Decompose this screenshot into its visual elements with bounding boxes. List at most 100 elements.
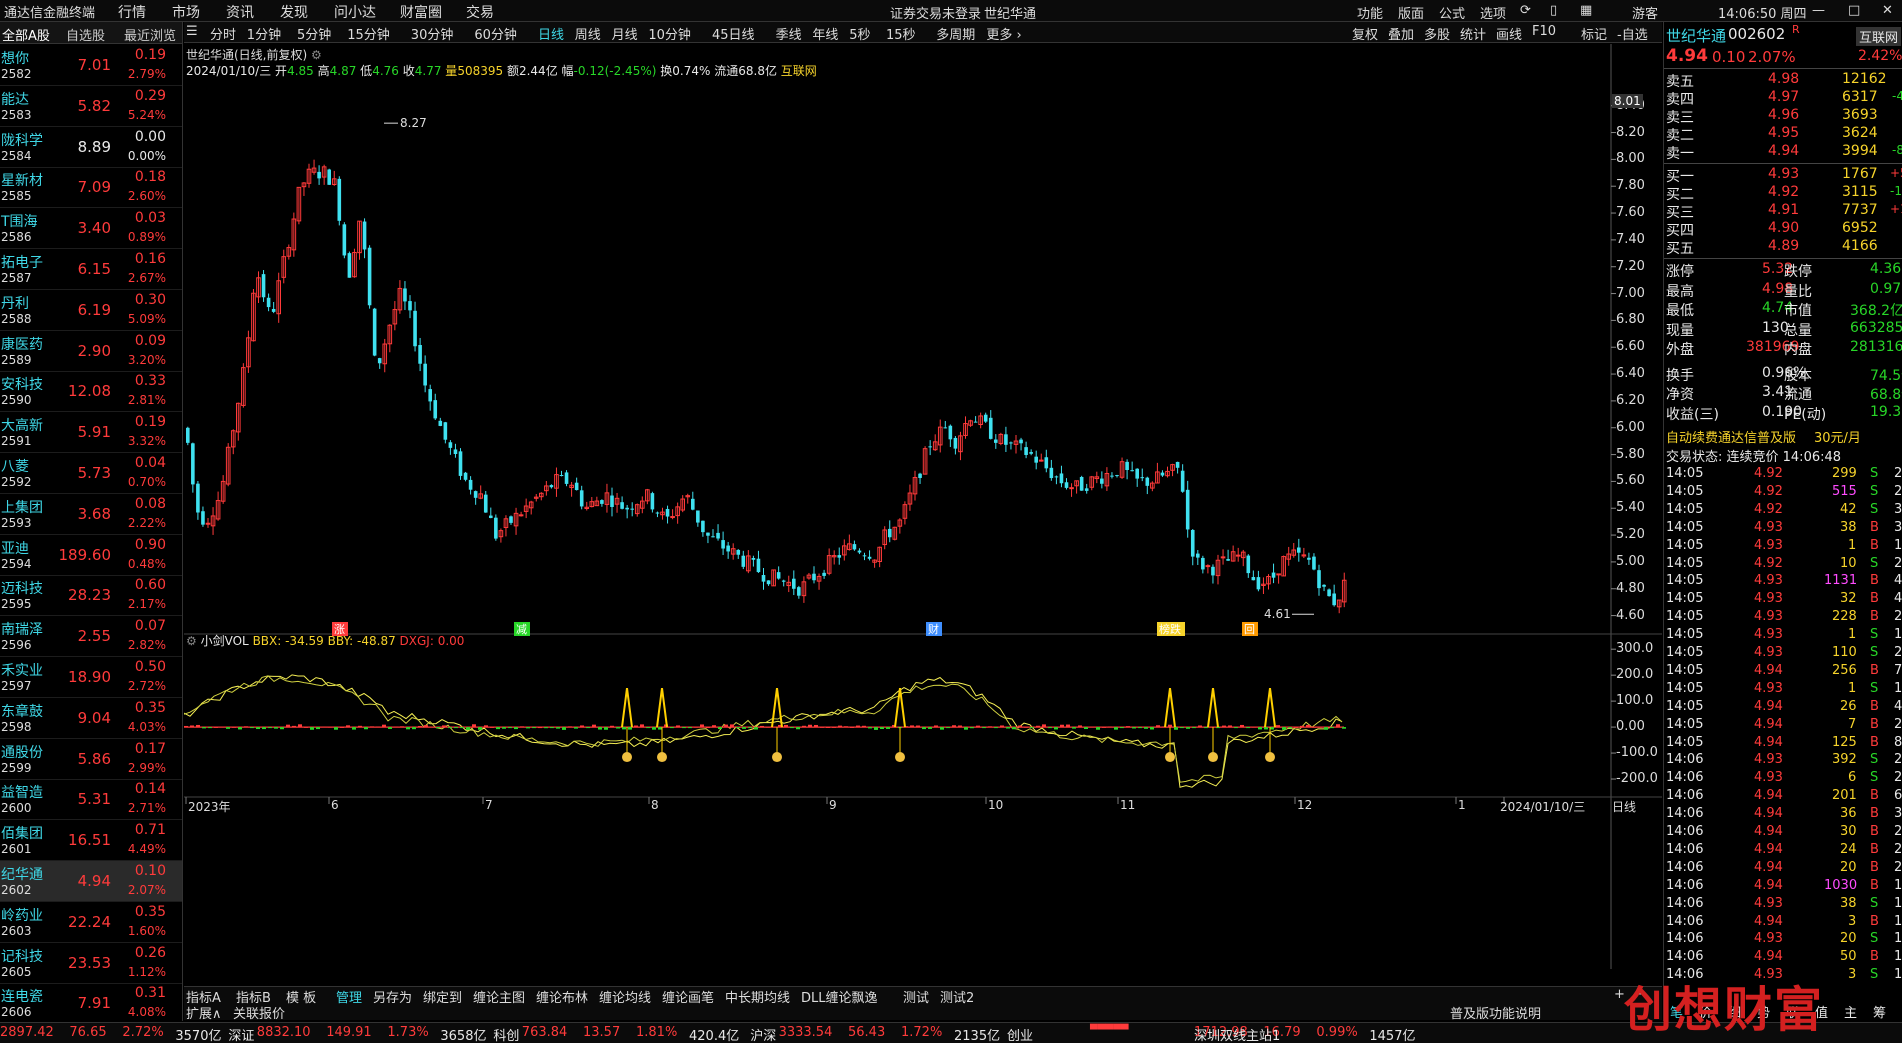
period-14[interactable]: 15秒 bbox=[886, 24, 916, 43]
watchlist-row[interactable]: 益智造 2600 5.31 0.14 2.71% bbox=[0, 779, 182, 821]
toolbar-right-7[interactable]: -自选 bbox=[1617, 24, 1648, 43]
tab-recent[interactable]: 最近浏览 bbox=[124, 25, 176, 44]
watchlist-row[interactable]: 迈科技 2595 28.23 0.60 2.17% bbox=[0, 575, 182, 617]
watchlist-row[interactable]: 连电瓷 2606 7.91 0.31 4.08% bbox=[0, 983, 182, 1021]
close-button[interactable]: ✕ bbox=[1882, 3, 1893, 18]
watchlist-row[interactable]: 安科技 2590 12.08 0.33 2.81% bbox=[0, 371, 182, 413]
phone-icon[interactable]: ▯ bbox=[1550, 3, 1557, 18]
maximize-button[interactable]: □ bbox=[1848, 3, 1860, 18]
indicator-tab-4[interactable]: 另存为 bbox=[373, 987, 412, 1006]
indicator-tab-5[interactable]: 绑定到 bbox=[423, 987, 462, 1006]
watchlist-row[interactable]: 南瑞泽 2596 2.55 0.07 2.82% bbox=[0, 616, 182, 658]
period-13[interactable]: 5秒 bbox=[849, 24, 870, 43]
stock-change: 0.71 bbox=[134, 822, 166, 839]
menu-zixun[interactable]: 资讯 bbox=[226, 2, 254, 22]
menu-caifuquan[interactable]: 财富圈 bbox=[400, 2, 442, 22]
period-0[interactable]: 分时 bbox=[210, 24, 236, 43]
menu-hangqing[interactable]: 行情 bbox=[118, 2, 146, 22]
indicator-name[interactable]: 小剑VOL bbox=[201, 634, 249, 648]
watchlist-row[interactable]: 岭药业 2603 22.24 0.35 1.60% bbox=[0, 902, 182, 943]
indicator-tab-9[interactable]: 缠论画笔 bbox=[662, 987, 714, 1006]
watchlist-row[interactable]: 上集团 2593 3.68 0.08 2.22% bbox=[0, 494, 182, 535]
collapse-icon[interactable]: ☰ bbox=[186, 24, 198, 39]
watchlist-row[interactable]: 记科技 2605 23.53 0.26 1.12% bbox=[0, 943, 182, 984]
period-11[interactable]: 季线 bbox=[776, 24, 802, 43]
toolbar-right-5[interactable]: F10 bbox=[1532, 24, 1556, 39]
indicator-tab-11[interactable]: DLL缠论飘逸 bbox=[801, 987, 878, 1006]
extra-tab-1[interactable]: 关联报价 bbox=[233, 1003, 285, 1022]
indicator-bar bbox=[844, 726, 848, 728]
menu-gongshi[interactable]: 公式 bbox=[1439, 3, 1465, 22]
guest-label[interactable]: 游客 bbox=[1632, 3, 1658, 22]
menu-shichang[interactable]: 市场 bbox=[172, 2, 200, 22]
period-4[interactable]: 30分钟 bbox=[411, 24, 454, 43]
watchlist-row[interactable]: 八菱 2592 5.73 0.04 0.70% bbox=[0, 453, 182, 494]
menu-xuanxiang[interactable]: 选项 bbox=[1480, 3, 1506, 22]
toolbar-right-4[interactable]: 画线 bbox=[1496, 24, 1522, 43]
menu-banmian[interactable]: 版面 bbox=[1398, 3, 1424, 22]
net-source-button[interactable]: 互联网 bbox=[1856, 27, 1902, 46]
toolbar-right-3[interactable]: 统计 bbox=[1460, 24, 1486, 43]
period-7[interactable]: 周线 bbox=[575, 24, 601, 43]
tab-favorites[interactable]: 自选股 bbox=[66, 25, 105, 44]
watchlist-row[interactable]: 佰集团 2601 16.51 0.71 4.49% bbox=[0, 820, 182, 862]
menu-wenxiaoda[interactable]: 问小达 bbox=[334, 2, 376, 22]
watchlist-row[interactable]: 禾实业 2597 18.90 0.50 2.72% bbox=[0, 657, 182, 698]
indicator-bar bbox=[982, 727, 986, 729]
minimize-button[interactable]: — bbox=[1812, 3, 1825, 18]
watchlist-row[interactable]: 丹利 2588 6.19 0.30 5.09% bbox=[0, 290, 182, 331]
grid-icon[interactable]: ▦ bbox=[1580, 3, 1592, 18]
chart-canvas[interactable]: 8.274.61涨减财榜跌回 bbox=[184, 44, 1662, 969]
toolbar-right-2[interactable]: 多股 bbox=[1424, 24, 1450, 43]
watchlist-row[interactable]: 东章鼓 2598 9.04 0.35 4.03% bbox=[0, 698, 182, 739]
indicator-tab-2[interactable]: 模 板 bbox=[286, 987, 316, 1006]
watchlist-row[interactable]: 通股份 2599 5.86 0.17 2.99% bbox=[0, 739, 182, 780]
toolbar-right-6[interactable]: 标记 bbox=[1581, 24, 1607, 43]
indicator-tab-12[interactable]: 测试 bbox=[903, 987, 929, 1006]
period-12[interactable]: 年线 bbox=[812, 24, 838, 43]
period-label[interactable]: 日线 bbox=[1612, 798, 1636, 815]
watchlist-row[interactable]: 陇科学 2584 8.89 0.00 0.00% bbox=[0, 127, 182, 168]
menu-gongneng[interactable]: 功能 bbox=[1357, 3, 1383, 22]
pro-note[interactable]: 普及版功能说明 bbox=[1450, 1003, 1541, 1022]
watchlist-row[interactable]: T围海 2586 3.40 0.03 0.89% bbox=[0, 208, 182, 250]
period-6[interactable]: 日线 bbox=[538, 24, 564, 43]
watchlist-row[interactable]: 想你 2582 7.01 0.19 2.79% bbox=[0, 45, 182, 86]
indicator-tab-13[interactable]: 测试2 bbox=[940, 987, 974, 1006]
indicator-tab-10[interactable]: 中长期均线 bbox=[725, 987, 790, 1006]
toolbar-right-1[interactable]: 叠加 bbox=[1388, 24, 1414, 43]
period-10[interactable]: 45日线 bbox=[712, 24, 755, 43]
period-2[interactable]: 5分钟 bbox=[297, 24, 331, 43]
period-16[interactable]: 更多 › bbox=[986, 24, 1021, 43]
refresh-icon[interactable]: ⟳ bbox=[1520, 3, 1531, 18]
watchlist-row[interactable]: 纪华通 2602 4.94 0.10 2.07% bbox=[0, 861, 182, 902]
period-9[interactable]: 10分钟 bbox=[648, 24, 691, 43]
tab-all-a-shares[interactable]: 全部A股 bbox=[2, 25, 50, 44]
candle-body bbox=[1332, 593, 1336, 606]
indicator-tab-3[interactable]: 管理 bbox=[336, 987, 362, 1006]
watchlist-row[interactable]: 大高新 2591 5.91 0.19 3.32% bbox=[0, 412, 182, 454]
toolbar-right-0[interactable]: 复权 bbox=[1352, 24, 1378, 43]
indicator-settings-icon[interactable]: ⚙ bbox=[186, 634, 197, 648]
kline-chart[interactable]: 世纪华通(日线,前复权) ⚙ 2024/01/10/三 开4.85 高4.87 … bbox=[184, 44, 1662, 969]
extra-tab-0[interactable]: 扩展∧ bbox=[186, 1003, 222, 1022]
watchlist-row[interactable]: 能达 2583 5.82 0.29 5.24% bbox=[0, 86, 182, 127]
menu-jiaoyi[interactable]: 交易 bbox=[466, 2, 494, 22]
quote-tab-7[interactable]: 筹 bbox=[1873, 1002, 1886, 1021]
period-5[interactable]: 60分钟 bbox=[474, 24, 517, 43]
period-15[interactable]: 多周期 bbox=[936, 24, 975, 43]
watchlist-row[interactable]: 拓电子 2587 6.15 0.16 2.67% bbox=[0, 249, 182, 290]
watchlist-row[interactable]: 康医药 2589 2.90 0.09 3.20% bbox=[0, 331, 182, 372]
quote-tab-6[interactable]: 主 bbox=[1844, 1002, 1857, 1021]
period-8[interactable]: 月线 bbox=[612, 24, 638, 43]
period-1[interactable]: 1分钟 bbox=[247, 24, 281, 43]
watchlist-row[interactable]: 亚迪 2594 189.60 0.90 0.48% bbox=[0, 535, 182, 576]
indicator-tab-6[interactable]: 缠论主图 bbox=[473, 987, 525, 1006]
indicator-tab-7[interactable]: 缠论布林 bbox=[536, 987, 588, 1006]
watchlist-row[interactable]: 星新材 2585 7.09 0.18 2.60% bbox=[0, 167, 182, 209]
tick-time: 14:05 bbox=[1666, 662, 1704, 678]
login-warning[interactable]: 证券交易未登录 bbox=[890, 3, 981, 22]
period-3[interactable]: 15分钟 bbox=[347, 24, 390, 43]
indicator-tab-8[interactable]: 缠论均线 bbox=[599, 987, 651, 1006]
menu-faxian[interactable]: 发现 bbox=[280, 2, 308, 22]
